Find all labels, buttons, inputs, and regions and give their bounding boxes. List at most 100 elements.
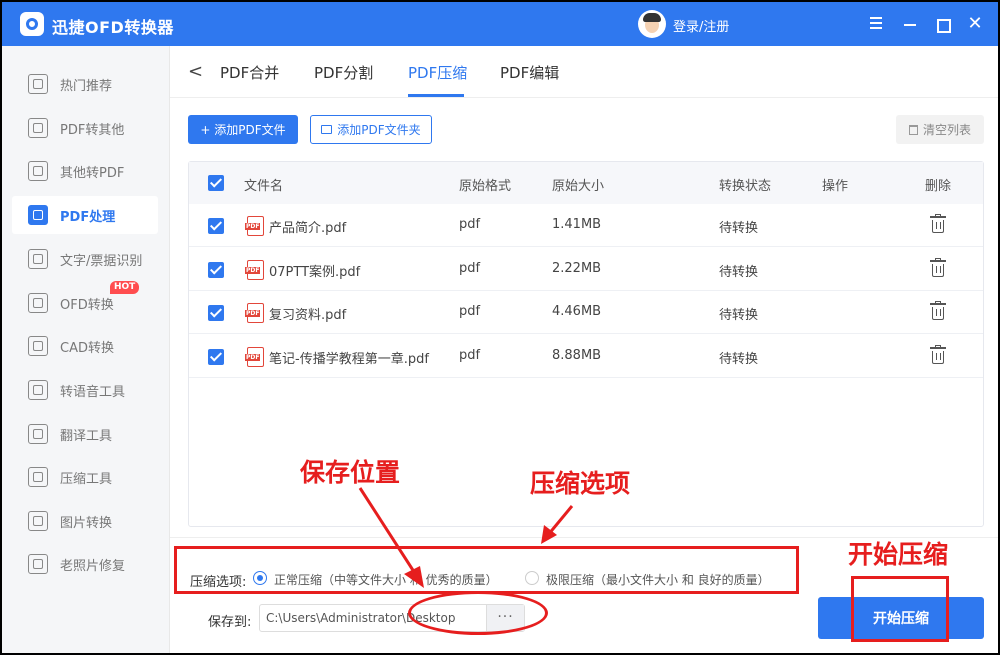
maximize-icon[interactable] xyxy=(932,14,952,34)
table-header: 文件名 原始格式 原始大小 转换状态 操作 删除 xyxy=(189,162,983,204)
file-format: pdf xyxy=(459,304,481,319)
annotation-path-ellipse xyxy=(408,591,548,635)
pdf-file-icon xyxy=(245,347,264,367)
app-title: 迅捷OFD转换器 xyxy=(52,18,174,37)
annotation-compress-options: 压缩选项 xyxy=(530,469,631,498)
delete-trash-icon[interactable] xyxy=(930,258,946,277)
translate-icon xyxy=(28,424,48,444)
tab-pdf-edit[interactable]: PDF编辑 xyxy=(500,62,559,83)
pdf-import-icon xyxy=(28,161,48,181)
add-file-label: + 添加PDF文件 xyxy=(200,123,286,137)
file-size: 1.41MB xyxy=(552,217,602,232)
sidebar-item-voice[interactable]: 转语音工具 xyxy=(12,371,158,409)
header-filename: 文件名 xyxy=(244,179,284,194)
file-name: 产品简介.pdf xyxy=(269,221,347,236)
clear-list-button[interactable]: 清空列表 xyxy=(896,115,984,144)
image-icon xyxy=(28,511,48,531)
sidebar-item-compress[interactable]: 压缩工具 xyxy=(12,458,158,496)
file-name: 复习资料.pdf xyxy=(269,308,347,323)
folder-icon xyxy=(321,125,333,134)
ocr-icon xyxy=(28,249,48,269)
sidebar-item-photo-restore[interactable]: 老照片修复 xyxy=(12,545,158,583)
star-icon xyxy=(28,74,48,94)
login-register-link[interactable]: 登录/注册 xyxy=(673,16,729,35)
sidebar-item-label: PDF转其他 xyxy=(60,122,125,138)
header-size: 原始大小 xyxy=(552,179,605,194)
file-status: 待转换 xyxy=(719,352,759,367)
close-icon[interactable]: ✕ xyxy=(965,14,985,34)
sidebar-item-pdf-process[interactable]: PDF处理 xyxy=(12,196,158,234)
sidebar-item-ofd[interactable]: OFD转换 HOT xyxy=(12,281,158,322)
minimize-icon[interactable] xyxy=(900,14,920,34)
pdf-export-icon xyxy=(28,118,48,138)
file-format: pdf xyxy=(459,261,481,276)
sidebar: 热门推荐 PDF转其他 其他转PDF PDF处理 文字/票据识别 OFD转换 H… xyxy=(2,46,170,653)
file-format: pdf xyxy=(459,348,481,363)
pdf-file-icon xyxy=(245,303,264,323)
compress-icon xyxy=(28,467,48,487)
file-status: 待转换 xyxy=(719,221,759,236)
active-tab-indicator xyxy=(408,94,464,97)
app-logo-icon xyxy=(20,12,44,36)
row-checkbox[interactable] xyxy=(208,262,224,278)
photo-restore-icon xyxy=(28,554,48,574)
table-row: 复习资料.pdf pdf 4.46MB 待转换 xyxy=(189,291,983,334)
clear-list-label: 清空列表 xyxy=(922,123,971,137)
delete-trash-icon[interactable] xyxy=(930,301,946,320)
sidebar-item-label: 翻译工具 xyxy=(60,428,113,444)
select-all-checkbox[interactable] xyxy=(208,175,224,191)
add-folder-label: 添加PDF文件夹 xyxy=(337,123,421,137)
sidebar-item-pdf-to-other[interactable]: PDF转其他 xyxy=(12,109,158,147)
table-row: 笔记-传播学教程第一章.pdf pdf 8.88MB 待转换 xyxy=(189,335,983,378)
annotation-start-compress: 开始压缩 xyxy=(848,540,949,569)
row-checkbox[interactable] xyxy=(208,349,224,365)
header-format: 原始格式 xyxy=(459,179,512,194)
menu-icon[interactable] xyxy=(866,14,886,34)
header-delete: 删除 xyxy=(925,179,952,194)
file-size: 8.88MB xyxy=(552,348,602,363)
file-size: 4.46MB xyxy=(552,304,602,319)
sidebar-item-label: 文字/票据识别 xyxy=(60,253,143,269)
row-checkbox[interactable] xyxy=(208,218,224,234)
sidebar-item-label: PDF处理 xyxy=(60,209,116,225)
file-status: 待转换 xyxy=(719,308,759,323)
file-name: 笔记-传播学教程第一章.pdf xyxy=(269,352,429,367)
table-row: 产品简介.pdf pdf 1.41MB 待转换 xyxy=(189,204,983,247)
tab-pdf-split[interactable]: PDF分割 xyxy=(314,62,373,83)
sidebar-item-label: 转语音工具 xyxy=(60,384,126,400)
ofd-icon xyxy=(28,293,48,313)
sidebar-item-hot[interactable]: 热门推荐 xyxy=(12,65,158,103)
pdf-file-icon xyxy=(245,216,264,236)
delete-trash-icon[interactable] xyxy=(930,345,946,364)
delete-trash-icon[interactable] xyxy=(930,214,946,233)
user-avatar[interactable] xyxy=(638,10,666,38)
sidebar-item-cad[interactable]: CAD转换 xyxy=(12,327,158,365)
table-row: 07PTT案例.pdf pdf 2.22MB 待转换 xyxy=(189,248,983,291)
hot-badge: HOT xyxy=(110,281,140,294)
sidebar-item-image[interactable]: 图片转换 xyxy=(12,502,158,540)
annotation-start-button-box xyxy=(851,576,949,642)
annotation-options-box xyxy=(174,546,799,594)
add-pdf-folder-button[interactable]: 添加PDF文件夹 xyxy=(310,115,432,144)
sidebar-item-label: 热门推荐 xyxy=(60,78,113,94)
back-chevron-icon[interactable]: < xyxy=(188,61,203,82)
pdf-process-icon xyxy=(28,205,48,225)
cad-icon xyxy=(28,336,48,356)
sidebar-item-ocr[interactable]: 文字/票据识别 xyxy=(12,240,158,278)
title-bar: 迅捷OFD转换器 登录/注册 ✕ xyxy=(2,2,998,46)
trash-icon xyxy=(908,124,918,135)
voice-icon xyxy=(28,380,48,400)
tab-pdf-merge[interactable]: PDF合并 xyxy=(220,62,279,83)
file-name: 07PTT案例.pdf xyxy=(269,265,361,280)
add-pdf-file-button[interactable]: + 添加PDF文件 xyxy=(188,115,298,144)
sidebar-item-label: OFD转换 xyxy=(60,297,114,313)
sidebar-item-label: CAD转换 xyxy=(60,340,114,356)
sidebar-item-translate[interactable]: 翻译工具 xyxy=(12,415,158,453)
tab-pdf-compress[interactable]: PDF压缩 xyxy=(408,62,467,83)
sidebar-item-label: 压缩工具 xyxy=(60,471,113,487)
sidebar-item-other-to-pdf[interactable]: 其他转PDF xyxy=(12,152,158,190)
pdf-file-icon xyxy=(245,260,264,280)
row-checkbox[interactable] xyxy=(208,305,224,321)
file-size: 2.22MB xyxy=(552,261,602,276)
file-format: pdf xyxy=(459,217,481,232)
